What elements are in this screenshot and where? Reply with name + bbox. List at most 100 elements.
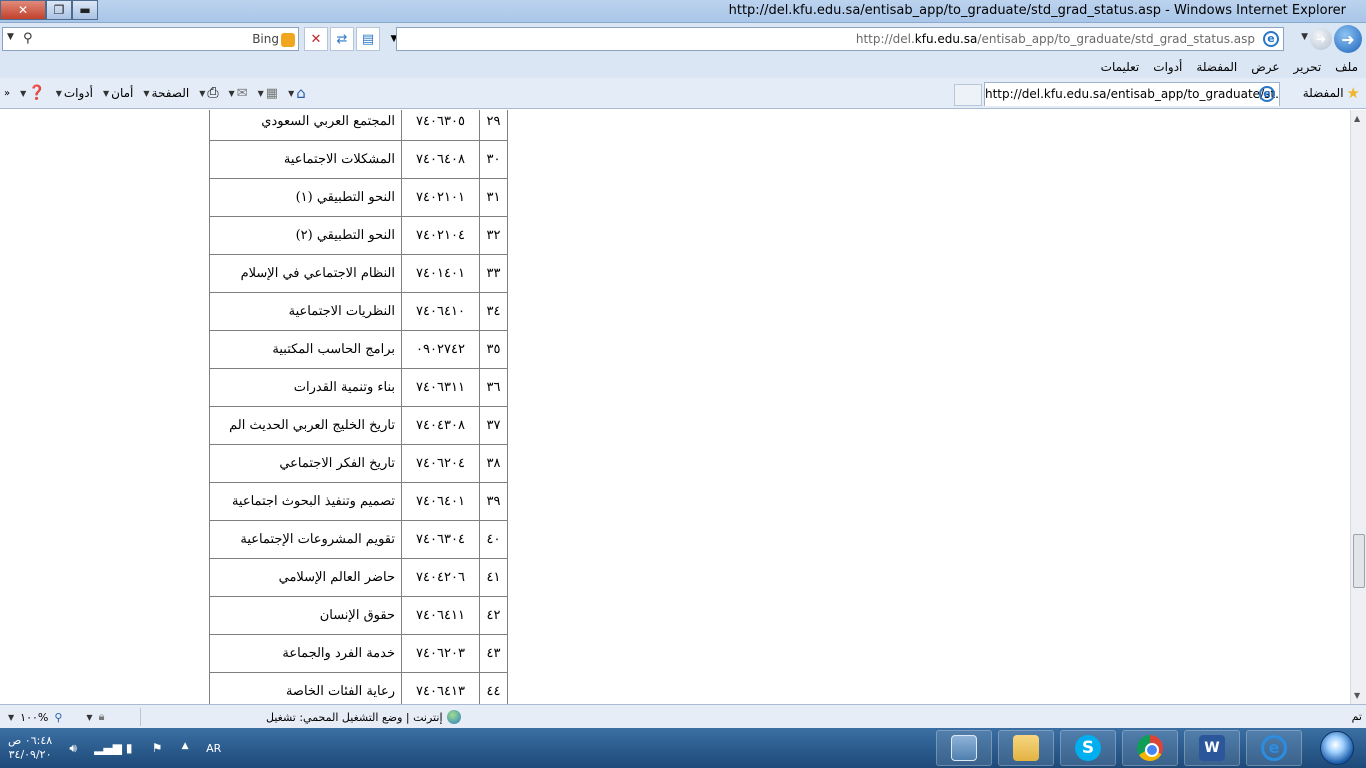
table-row: ٤٤ ٧٤٠٦٤١٣ رعاية الفئات الخاصة — [209, 672, 508, 704]
course-code: ٧٤٠٦٤٠١ — [401, 482, 480, 521]
power-icon[interactable]: ▮ — [122, 741, 136, 755]
row-number: ٤٣ — [479, 634, 508, 673]
favorites-bar: المفضلة ★ http://del.kfu.edu.sa/entisab_… — [0, 78, 1366, 109]
zoom-control[interactable]: ▼ ١٠٠% ⚲ ▼ 🔒︎ — [8, 710, 104, 724]
volume-icon[interactable]: 🔊︎ — [66, 741, 80, 755]
search-icon[interactable]: ⚲ — [23, 31, 33, 46]
home-button[interactable]: ▼ ⌂ — [288, 84, 306, 102]
course-code: ٧٤٠٦٣٠٥ — [401, 110, 480, 141]
scroll-down-icon[interactable]: ▼ — [1354, 691, 1360, 700]
action-center-flag-icon[interactable]: ⚑ — [150, 741, 164, 755]
row-number: ٣٧ — [479, 406, 508, 445]
course-code: ٧٤٠٦٢٠٤ — [401, 444, 480, 483]
favorites-button[interactable]: المفضلة ★ — [1303, 84, 1360, 102]
scrollbar-thumb[interactable] — [1353, 534, 1365, 588]
lock-icon: 🔒︎ — [98, 710, 105, 723]
internet-explorer-icon: e — [1261, 735, 1287, 761]
course-name: النظام الاجتماعي في الإسلام — [209, 254, 402, 293]
taskbar-internet-explorer[interactable]: e — [1246, 730, 1302, 766]
taskbar-explorer[interactable] — [998, 730, 1054, 766]
stop-icon[interactable]: ✕ — [304, 27, 328, 51]
tab-ie-icon: e — [1259, 86, 1275, 102]
close-window-button[interactable]: ✕ — [0, 0, 46, 20]
security-zone-label: إنترنت | وضع التشغيل المحمي: تشغيل — [266, 710, 443, 724]
compatibility-view-icon[interactable]: ▤ — [356, 27, 380, 51]
menu-view[interactable]: عرض — [1251, 60, 1279, 74]
tools-button[interactable]: ▼ أدوات — [56, 86, 93, 100]
show-hidden-icons-icon[interactable]: ▲ — [178, 741, 192, 755]
vertical-scrollbar[interactable]: ▲ ▼ — [1350, 110, 1366, 704]
forward-button[interactable]: ➜ — [1310, 28, 1332, 50]
course-code: ٧٤٠١٤٠١ — [401, 254, 480, 293]
course-name: المجتمع العربي السعودي — [209, 110, 402, 141]
table-row: ٣٥ ٠٩٠٢٧٤٢ برامج الحاسب المكتبية — [209, 330, 508, 369]
minimize-window-button[interactable]: ▬ — [72, 0, 98, 20]
start-button[interactable] — [1308, 730, 1366, 766]
printer-icon: ⎙ — [207, 85, 219, 101]
zoom-dropdown-icon[interactable]: ▼ — [8, 713, 14, 722]
table-row: ٣٤ ٧٤٠٦٤١٠ النظريات الاجتماعية — [209, 292, 508, 331]
history-dropdown-icon[interactable]: ▼ — [1301, 32, 1308, 42]
rss-icon: ▦ — [265, 85, 279, 101]
table-row: ٣٩ ٧٤٠٦٤٠١ تصميم وتنفيذ البحوث اجتماعية — [209, 482, 508, 521]
page-button[interactable]: ▼ الصفحة — [143, 86, 189, 100]
row-number: ٢٩ — [479, 110, 508, 141]
course-name: تاريخ الفكر الاجتماعي — [209, 444, 402, 483]
course-code: ٧٤٠٤٣٠٨ — [401, 406, 480, 445]
skype-icon: S — [1075, 735, 1101, 761]
table-row: ٣٨ ٧٤٠٦٢٠٤ تاريخ الفكر الاجتماعي — [209, 444, 508, 483]
maximize-window-button[interactable]: ❐ — [46, 0, 72, 20]
safety-button[interactable]: ▼ أمان — [103, 86, 133, 100]
table-row: ٣١ ٧٤٠٢١٠١ النحو التطبيقي (١) — [209, 178, 508, 217]
taskbar-show-desktop[interactable] — [936, 730, 992, 766]
security-dropdown-icon[interactable]: ▼ — [86, 713, 92, 722]
feeds-button[interactable]: ▼ ▦ — [258, 86, 278, 101]
menu-tools[interactable]: أدوات — [1153, 60, 1182, 74]
menu-edit[interactable]: تحرير — [1294, 60, 1322, 74]
mail-button[interactable]: ▼ ✉ — [229, 86, 248, 101]
row-number: ٣٢ — [479, 216, 508, 255]
back-button[interactable]: ➜ — [1334, 25, 1362, 53]
course-name: حقوق الإنسان — [209, 596, 402, 635]
favorites-label: المفضلة — [1302, 86, 1344, 100]
address-input[interactable]: http://del.kfu.edu.sa/entisab_app/to_gra… — [396, 27, 1284, 51]
table-row: ٣٦ ٧٤٠٦٣١١ بناء وتنمية القدرات — [209, 368, 508, 407]
tools-label: أدوات — [63, 86, 93, 100]
refresh-icon[interactable]: ⇄ — [330, 27, 354, 51]
search-options-dropdown-icon[interactable]: ▼ — [7, 32, 14, 42]
help-button[interactable]: ▼ ❓ — [20, 85, 46, 101]
course-name: النحو التطبيقي (١) — [209, 178, 402, 217]
print-dropdown-icon: ▼ — [199, 88, 206, 98]
scroll-up-icon[interactable]: ▲ — [1354, 114, 1360, 123]
print-button[interactable]: ▼ ⎙ — [199, 85, 218, 101]
table-row: ٣٧ ٧٤٠٤٣٠٨ تاريخ الخليج العربي الحديث الم — [209, 406, 508, 445]
course-code: ٧٤٠٦٣٠٤ — [401, 520, 480, 559]
row-number: ٣٥ — [479, 330, 508, 369]
menu-help[interactable]: تعليمات — [1101, 60, 1140, 74]
taskbar-word[interactable]: W — [1184, 730, 1240, 766]
language-indicator[interactable]: AR — [206, 742, 221, 755]
taskbar-chrome[interactable] — [1122, 730, 1178, 766]
new-tab-button[interactable] — [954, 84, 982, 106]
clock-date: ٣٤/٠٩/٢٠ — [8, 748, 52, 761]
courses-table: ٢٩ ٧٤٠٦٣٠٥ المجتمع العربي السعودي ٣٠ ٧٤٠٦٤٠٨… — [209, 110, 508, 704]
security-zone[interactable]: إنترنت | وضع التشغيل المحمي: تشغيل — [266, 710, 461, 724]
course-code: ٧٤٠٦٤١٣ — [401, 672, 480, 704]
clock[interactable]: ٠٦:٤٨ ص ٣٤/٠٩/٢٠ — [8, 734, 52, 762]
taskbar-buttons: e W S — [936, 730, 1366, 766]
network-signal-icon[interactable]: ▂▄▆ — [94, 741, 122, 755]
feeds-dropdown-icon: ▼ — [257, 88, 264, 98]
chrome-icon — [1137, 735, 1163, 761]
search-box[interactable]: ▼ ⚲ Bing — [2, 27, 299, 51]
tab-current-page[interactable]: http://del.kfu.edu.sa/entisab_app/to_gra… — [984, 82, 1280, 106]
more-commands-icon[interactable]: » — [4, 88, 10, 99]
word-icon: W — [1199, 735, 1225, 761]
table-row: ٤٠ ٧٤٠٦٣٠٤ تقويم المشروعات الإجتماعية — [209, 520, 508, 559]
menu-favorites[interactable]: المفضلة — [1196, 60, 1237, 74]
menu-file[interactable]: ملف — [1335, 60, 1358, 74]
row-number: ٣٩ — [479, 482, 508, 521]
help-icon: ❓ — [28, 85, 46, 101]
course-code: ٧٤٠٤٢٠٦ — [401, 558, 480, 597]
taskbar-skype[interactable]: S — [1060, 730, 1116, 766]
bing-logo-icon — [281, 32, 295, 47]
